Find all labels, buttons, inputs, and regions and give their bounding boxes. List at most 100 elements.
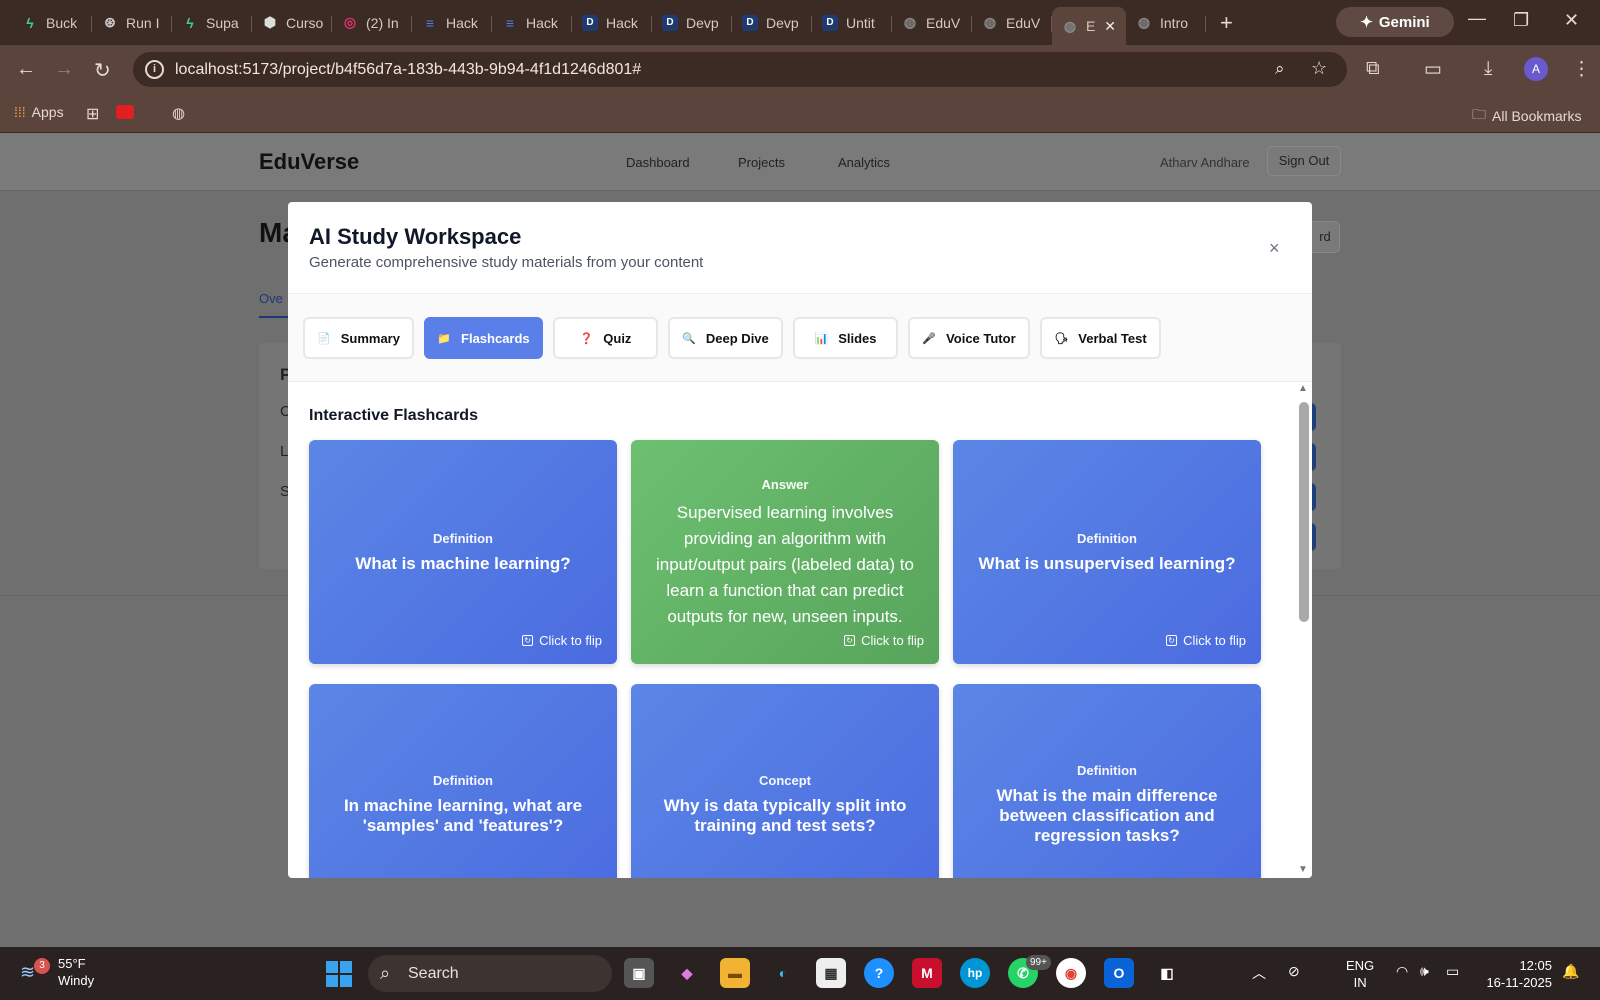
- scroll-up-icon[interactable]: ▲: [1298, 383, 1308, 394]
- copilot-icon[interactable]: ◆: [672, 958, 702, 988]
- network-off-icon[interactable]: ⊘: [1288, 963, 1300, 980]
- tab-favicon-icon: ⬢: [263, 14, 277, 30]
- tool-tab-flashcards[interactable]: 📁 Flashcards: [424, 317, 543, 359]
- weather-widget[interactable]: ≋ 3 55°F Windy: [20, 955, 94, 989]
- flashcard[interactable]: Definition What is machine learning? ↻ Clic…: [309, 440, 617, 664]
- voice-tutor-icon: 🎤: [922, 332, 937, 345]
- volume-icon[interactable]: 🕪: [1420, 963, 1429, 980]
- taskbar-search[interactable]: ⌕ Search: [368, 955, 612, 992]
- browser-tab[interactable]: ⊛ Run I: [92, 6, 172, 40]
- flashcards-panel: Interactive Flashcards Definition What is…: [288, 382, 1312, 878]
- browser-tab[interactable]: ◍ Intro: [1126, 6, 1206, 40]
- tool-tab-quiz[interactable]: ❓ Quiz: [553, 317, 658, 359]
- study-workspace-modal: AI Study Workspace Generate comprehensiv…: [288, 202, 1312, 878]
- flashcard-answer[interactable]: Answer Supervised learning involves provi…: [631, 440, 939, 664]
- url-text: localhost:5173/project/b4f56d7a-183b-443…: [175, 60, 642, 78]
- flashcard-type: Definition: [433, 773, 493, 788]
- flip-label: Click to flip: [1183, 633, 1246, 648]
- gemini-button[interactable]: ✦ Gemini: [1336, 7, 1454, 37]
- flip-icon: ↻: [522, 635, 534, 646]
- flashcard-type: Definition: [1077, 531, 1137, 546]
- browser-tab[interactable]: D Untit: [812, 6, 892, 40]
- back-icon[interactable]: ←: [16, 58, 36, 81]
- browser-tab[interactable]: ϟ Buck: [12, 6, 92, 40]
- battery-icon[interactable]: ▭: [1446, 963, 1459, 980]
- browser-tab[interactable]: ◍ EduV: [972, 6, 1052, 40]
- brand-logo[interactable]: EduVerse: [259, 149, 359, 175]
- extensions-icon[interactable]: ⧉: [1366, 58, 1380, 80]
- site-info-icon[interactable]: i: [145, 60, 164, 79]
- scrollbar-thumb[interactable]: [1299, 402, 1309, 622]
- chrome-icon[interactable]: ◉: [1056, 958, 1086, 988]
- tab-groups-icon[interactable]: ⊞: [86, 104, 99, 124]
- flashcard[interactable]: Definition What is unsupervised learning?…: [953, 440, 1261, 664]
- flashcard[interactable]: Definition What is the main difference be…: [953, 684, 1261, 878]
- forward-icon[interactable]: →: [54, 58, 74, 81]
- help-icon[interactable]: ?: [864, 958, 894, 988]
- tool-tab-voice-tutor[interactable]: 🎤 Voice Tutor: [908, 317, 1030, 359]
- browser-tab[interactable]: ◎ (2) In: [332, 6, 412, 40]
- tool-tab-summary[interactable]: 📄 Summary: [303, 317, 414, 359]
- nav-dashboard[interactable]: Dashboard: [626, 155, 690, 170]
- language-indicator[interactable]: ENG IN: [1346, 957, 1374, 991]
- notifications-icon[interactable]: 🔔: [1562, 963, 1579, 980]
- tool-tab-deep-dive[interactable]: 🔍 Deep Dive: [668, 317, 783, 359]
- minimize-icon[interactable]: —: [1468, 8, 1486, 29]
- tool-tab-slides[interactable]: 📊 Slides: [793, 317, 898, 359]
- tab-title: Devp: [686, 14, 719, 31]
- wifi-icon[interactable]: ◠: [1396, 963, 1408, 980]
- scroll-down-icon[interactable]: ▼: [1298, 864, 1308, 875]
- flashcard[interactable]: Definition In machine learning, what are …: [309, 684, 617, 878]
- start-button[interactable]: [326, 961, 352, 987]
- browser-tab[interactable]: ◍ EduV: [892, 6, 972, 40]
- globe-icon[interactable]: ◍: [172, 104, 185, 122]
- browser-tab[interactable]: D Hack: [572, 6, 652, 40]
- tool-tab-verbal-test[interactable]: 🗣 Verbal Test: [1040, 317, 1161, 359]
- close-icon[interactable]: ×: [1269, 238, 1280, 259]
- profile-avatar[interactable]: A: [1524, 57, 1548, 81]
- all-bookmarks[interactable]: 🗀 All Bookmarks: [1472, 104, 1581, 128]
- youtube-icon[interactable]: [116, 105, 134, 119]
- menu-icon[interactable]: ⋮: [1572, 58, 1591, 81]
- quiz-icon: ❓: [579, 332, 594, 345]
- sign-out-button[interactable]: Sign Out: [1267, 146, 1341, 176]
- edge-icon[interactable]: ◐: [768, 958, 798, 988]
- wind-icon: ≋ 3: [20, 958, 50, 982]
- cast-icon[interactable]: ▭: [1424, 58, 1442, 81]
- browser-tab[interactable]: ◍ E ✕: [1052, 7, 1126, 45]
- browser-tab[interactable]: ≡ Hack: [412, 6, 492, 40]
- flashcard[interactable]: Concept Why is data typically split into …: [631, 684, 939, 878]
- new-tab-button[interactable]: +: [1220, 10, 1233, 36]
- flashcard-type: Definition: [1077, 763, 1137, 778]
- show-hidden-icons[interactable]: ︿: [1252, 963, 1266, 983]
- address-bar[interactable]: i localhost:5173/project/b4f56d7a-183b-4…: [133, 52, 1347, 87]
- browser-tab[interactable]: ≡ Hack: [492, 6, 572, 40]
- cube-app-icon[interactable]: ◧: [1152, 958, 1182, 988]
- mcafee-icon[interactable]: M: [912, 958, 942, 988]
- restore-icon[interactable]: ❐: [1513, 10, 1529, 31]
- browser-tab[interactable]: D Devp: [652, 6, 732, 40]
- close-tab-icon[interactable]: ✕: [1104, 18, 1116, 35]
- close-window-icon[interactable]: ✕: [1564, 10, 1579, 31]
- reload-icon[interactable]: ↻: [94, 58, 111, 83]
- nav-analytics[interactable]: Analytics: [838, 155, 890, 170]
- bookmark-star-icon[interactable]: ☆: [1311, 58, 1327, 79]
- store-icon[interactable]: ▦: [816, 958, 846, 988]
- browser-tab[interactable]: D Devp: [732, 6, 812, 40]
- task-view-icon[interactable]: ▣: [624, 958, 654, 988]
- system-clock[interactable]: 12:05 16-11-2025: [1472, 957, 1552, 991]
- tool-tab-label: Voice Tutor: [946, 330, 1016, 346]
- file-explorer-icon[interactable]: ▬: [720, 958, 750, 988]
- browser-tab[interactable]: ⬢ Curso: [252, 6, 332, 40]
- zoom-icon[interactable]: ⌕: [1275, 59, 1285, 79]
- search-label: Search: [408, 964, 459, 982]
- nav-projects[interactable]: Projects: [738, 155, 785, 170]
- outlook-icon[interactable]: O: [1104, 958, 1134, 988]
- apps-bookmark[interactable]: ⁞⁞⁞ Apps: [14, 104, 64, 120]
- flashcard-question: What is unsupervised learning?: [978, 554, 1236, 573]
- tab-favicon-icon: ϟ: [186, 14, 194, 31]
- download-icon[interactable]: ⤓: [1484, 58, 1492, 80]
- hp-icon[interactable]: hp: [960, 958, 990, 988]
- tab-favicon-icon: D: [822, 14, 838, 31]
- browser-tab[interactable]: ϟ Supa: [172, 6, 252, 40]
